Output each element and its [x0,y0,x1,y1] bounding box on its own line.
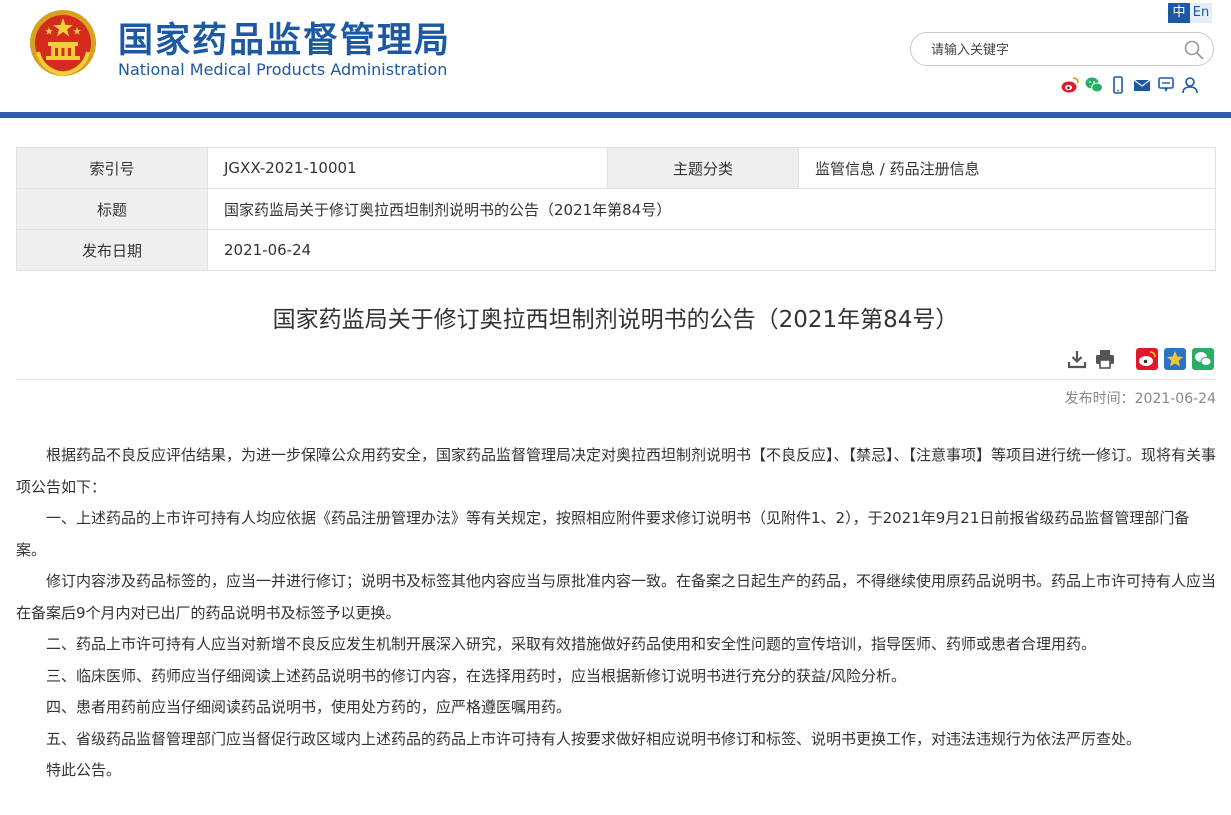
header-divider-bar [0,112,1231,118]
site-title-cn[interactable]: 国家药品监督管理局 [118,12,451,63]
language-switch: 中 En [1168,3,1212,23]
category-value: 监管信息 / 药品注册信息 [798,147,1216,189]
date-label: 发布日期 [16,229,208,271]
wechat-share-icon[interactable] [1192,348,1214,370]
title-value: 国家药监局关于修订奥拉西坦制剂说明书的公告（2021年第84号） [207,188,1216,230]
site-header: 国家药品监督管理局 National Medical Products Admi… [0,0,1231,112]
document-info-table: 索引号 JGXX-2021-10001 主题分类 监管信息 / 药品注册信息 标… [16,147,1216,271]
wechat-icon[interactable] [1084,75,1104,95]
index-value: JGXX-2021-10001 [207,147,608,189]
weibo-share-icon[interactable] [1136,348,1158,370]
article-title: 国家药监局关于修订奥拉西坦制剂说明书的公告（2021年第84号） [272,307,959,333]
article-paragraph: 五、省级药品监督管理部门应当督促行政区域内上述药品的药品上市许可持有人按要求做好… [46,729,1142,748]
print-icon[interactable] [1094,348,1116,370]
national-emblem-icon[interactable] [28,8,98,78]
mobile-icon[interactable] [1108,75,1128,95]
index-label: 索引号 [16,147,208,189]
qzone-share-icon[interactable] [1164,348,1186,370]
download-icon[interactable] [1066,348,1088,370]
lang-cn-button[interactable]: 中 [1168,3,1190,23]
publish-time: 发布时间：2021-06-24 [1064,391,1216,407]
lang-en-button[interactable]: En [1190,3,1212,23]
title-divider [16,379,1216,380]
table-row: 标题 国家药监局关于修订奥拉西坦制剂说明书的公告（2021年第84号） [16,188,1216,230]
article-body: 根据药品不良反应评估结果，为进一步保障公众用药安全，国家药品监督管理局决定对奥拉… [16,440,1216,787]
date-value: 2021-06-24 [207,229,1216,271]
search-input[interactable] [929,39,1173,61]
user-icon[interactable] [1180,75,1200,95]
site-title-en[interactable]: National Medical Products Administration [118,60,447,79]
table-row: 发布日期 2021-06-24 [16,229,1216,271]
article-paragraph: 根据药品不良反应评估结果，为进一步保障公众用药安全，国家药品监督管理局决定对奥拉… [16,446,1217,496]
article-paragraph: 特此公告。 [46,761,122,779]
social-links [1060,75,1200,95]
article-paragraph: 一、上述药品的上市许可持有人均应依据《药品注册管理办法》等有关规定，按照相应附件… [16,509,1190,559]
table-row: 索引号 JGXX-2021-10001 主题分类 监管信息 / 药品注册信息 [16,147,1216,189]
article-paragraph: 修订内容涉及药品标签的，应当一并进行修订；说明书及标签其他内容应当与原批准内容一… [16,572,1217,622]
search-box [910,32,1214,66]
article-toolbar [1066,348,1220,370]
category-label: 主题分类 [607,147,799,189]
article-paragraph: 四、患者用药前应当仔细阅读药品说明书，使用处方药的，应严格遵医嘱用药。 [46,698,572,716]
weibo-icon[interactable] [1060,75,1080,95]
search-icon[interactable] [1183,39,1205,61]
article-paragraph: 二、药品上市许可持有人应当对新增不良反应发生机制开展深入研究，采取有效措施做好药… [46,635,1097,653]
title-label: 标题 [16,188,208,230]
article-paragraph: 三、临床医师、药师应当仔细阅读上述药品说明书的修订内容，在选择用药时，应当根据新… [46,666,907,685]
mail-icon[interactable] [1132,75,1152,95]
feedback-icon[interactable] [1156,75,1176,95]
